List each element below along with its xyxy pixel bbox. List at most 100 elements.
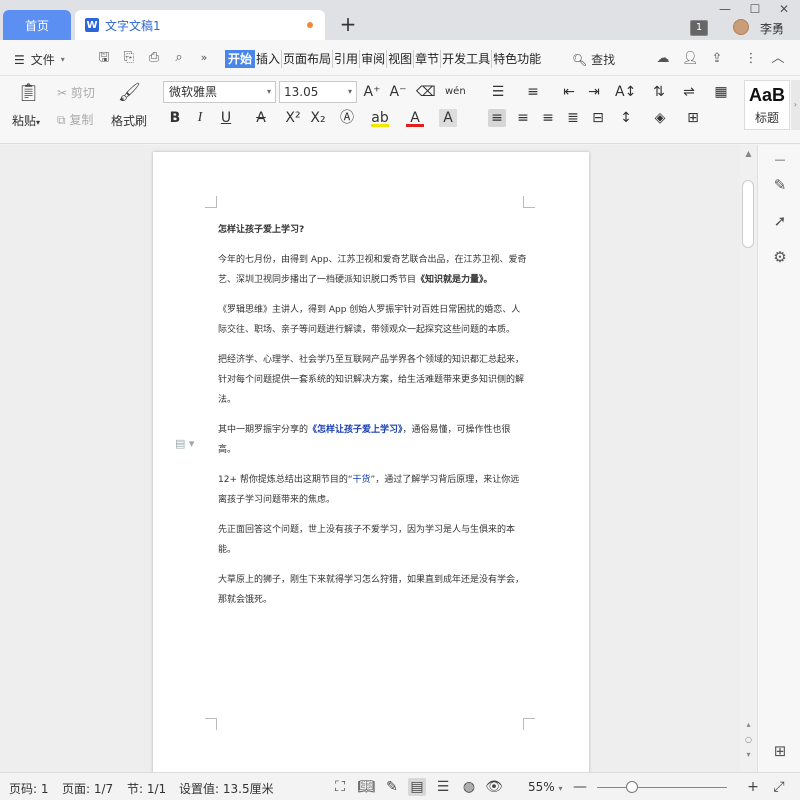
print-preview-icon[interactable]: ⌕ <box>171 50 187 66</box>
bold-icon[interactable]: B <box>166 109 184 127</box>
more-icon[interactable]: » <box>196 50 212 66</box>
phonetic-guide-icon[interactable]: wén <box>445 83 466 101</box>
export-icon[interactable]: ⎘ <box>121 50 137 66</box>
increase-indent-icon[interactable]: ⇥ <box>585 83 603 101</box>
tab-references[interactable]: 引用 <box>333 50 361 68</box>
eye-protection-icon[interactable]: 👁︎ <box>485 778 503 796</box>
save-icon[interactable]: 🖫 <box>96 50 112 66</box>
format-painter-button[interactable]: 格式刷 <box>111 112 147 129</box>
sort-icon[interactable]: ⇅ <box>650 83 668 101</box>
style-heading[interactable]: AaB 标题 <box>744 80 790 130</box>
paragraph-spacing-icon[interactable]: ↕ <box>617 109 635 127</box>
scroll-up-icon[interactable]: ▲ <box>740 149 757 158</box>
collaborate-icon[interactable]: 👤︎ <box>682 51 699 67</box>
outline-view-icon[interactable]: ☰ <box>434 778 452 796</box>
tab-section[interactable]: 章节 <box>414 50 442 68</box>
justify-icon[interactable]: ≣ <box>564 109 582 127</box>
select-pointer-icon[interactable]: ➚ <box>770 211 790 231</box>
chevron-right-icon[interactable]: › <box>791 80 800 130</box>
document-page[interactable]: 怎样让孩子爱上学习? 今年的七月份，由得到 App、江苏卫视和爱奇艺联合出品，在… <box>153 152 589 772</box>
document-body[interactable]: 怎样让孩子爱上学习? 今年的七月份，由得到 App、江苏卫视和爱奇艺联合出品，在… <box>218 220 528 620</box>
align-left-icon[interactable]: ≡ <box>488 109 506 127</box>
text-direction-icon[interactable]: A↕ <box>615 83 636 101</box>
font-family-select[interactable]: 微软雅黑 ▾ <box>163 81 276 103</box>
tab-review[interactable]: 审阅 <box>360 50 388 68</box>
setting-value[interactable]: 设置值: 13.5厘米 <box>179 780 274 797</box>
copy-button[interactable]: ⧉ 复制 <box>57 111 93 128</box>
distribute-icon[interactable]: ⊟ <box>589 109 607 127</box>
scrollbar-thumb[interactable] <box>742 180 754 248</box>
zoom-slider[interactable] <box>597 787 727 788</box>
superscript-icon[interactable]: X² <box>284 109 302 127</box>
section-indicator[interactable]: 节: 1/1 <box>127 780 166 797</box>
share-icon[interactable]: ⇪ <box>709 51 725 67</box>
next-page-icon[interactable]: ▾ <box>740 750 757 759</box>
shading-icon[interactable]: ◈ <box>651 109 669 127</box>
paste-icon[interactable]: 📋︎ <box>17 82 40 104</box>
text-effect-icon[interactable]: Ⓐ <box>338 109 356 127</box>
tab-insert[interactable]: 插入 <box>255 50 283 68</box>
fit-page-icon[interactable]: ⤢ <box>770 778 788 796</box>
decrease-indent-icon[interactable]: ⇤ <box>560 83 578 101</box>
shrink-font-icon[interactable]: A⁻ <box>389 83 407 101</box>
cloud-icon[interactable]: ☁ <box>655 51 671 67</box>
close-button[interactable]: ✕ <box>774 2 794 16</box>
clear-format-icon[interactable]: ⌫ <box>416 83 436 101</box>
bullet-list-icon[interactable]: ☰ <box>489 83 507 101</box>
show-marks-icon[interactable]: ▦ <box>712 83 730 101</box>
more-options-icon[interactable]: ⋮ <box>743 51 759 67</box>
font-color-icon[interactable]: A <box>406 109 424 127</box>
tab-document[interactable]: W 文字文稿1 <box>75 10 325 40</box>
cut-button[interactable]: ✂ 剪切 <box>57 84 95 101</box>
tab-home[interactable]: 首页 <box>3 10 71 40</box>
minimize-button[interactable]: — <box>715 2 735 16</box>
apps-grid-icon[interactable]: ⊞ <box>770 741 790 761</box>
collapse-panel-icon[interactable]: — <box>770 150 790 170</box>
window-count-badge[interactable]: 1 <box>690 20 708 36</box>
zoom-slider-thumb[interactable] <box>626 781 638 793</box>
paragraph-layout-icon[interactable]: ▤ ▾ <box>175 437 194 450</box>
align-right-icon[interactable]: ≡ <box>539 109 557 127</box>
reading-mode-icon[interactable]: 📖︎ <box>357 778 375 796</box>
line-spacing-icon[interactable]: ⇌ <box>680 83 698 101</box>
maximize-button[interactable]: ☐ <box>745 2 765 16</box>
tab-features[interactable]: 特色功能 <box>492 50 542 68</box>
page-view-icon[interactable]: ▤ <box>408 778 426 796</box>
zoom-dropdown[interactable]: 55% ▾ <box>528 780 563 794</box>
paste-button[interactable]: 粘贴▾ <box>12 112 40 129</box>
web-view-icon[interactable]: ◍ <box>460 778 478 796</box>
edit-pen-icon[interactable]: ✎ <box>770 175 790 195</box>
collapse-ribbon-icon[interactable]: ︿ <box>770 51 786 67</box>
avatar[interactable] <box>733 19 749 35</box>
highlight-icon[interactable]: ab <box>371 109 389 127</box>
settings-sliders-icon[interactable]: ⚙ <box>770 247 790 267</box>
tab-start[interactable]: 开始 <box>225 50 256 68</box>
tab-page-layout[interactable]: 页面布局 <box>282 50 334 68</box>
file-menu-button[interactable]: ☰ 文件 ▾ <box>14 51 65 68</box>
vertical-scrollbar[interactable]: ▲ ▴ ○ ▾ <box>740 145 757 772</box>
underline-icon[interactable]: U <box>217 109 235 127</box>
new-tab-button[interactable]: + <box>338 14 358 34</box>
page-number[interactable]: 页码: 1 <box>9 780 49 797</box>
borders-icon[interactable]: ⊞ <box>684 109 702 127</box>
font-size-select[interactable]: 13.05 ▾ <box>279 81 357 103</box>
zoom-in-icon[interactable]: + <box>744 778 762 796</box>
strikethrough-icon[interactable]: A <box>252 109 270 127</box>
print-icon[interactable]: ⎙ <box>146 50 162 66</box>
pen-icon[interactable]: ✎ <box>383 778 401 796</box>
search-button[interactable]: 🔍︎ 查找 <box>572 51 615 68</box>
char-shading-icon[interactable]: A <box>439 109 457 127</box>
tab-developer[interactable]: 开发工具 <box>441 50 493 68</box>
user-name[interactable]: 李勇 <box>760 20 784 37</box>
browse-object-icon[interactable]: ○ <box>740 735 757 744</box>
italic-icon[interactable]: I <box>191 109 209 127</box>
subscript-icon[interactable]: X₂ <box>309 109 327 127</box>
previous-page-icon[interactable]: ▴ <box>740 720 757 729</box>
align-center-icon[interactable]: ≡ <box>514 109 532 127</box>
grow-font-icon[interactable]: A⁺ <box>363 83 381 101</box>
numbered-list-icon[interactable]: ≡ <box>524 83 542 101</box>
fullscreen-icon[interactable]: ⛶ <box>331 778 349 796</box>
format-painter-icon[interactable]: 🖌︎ <box>118 82 141 104</box>
page-count[interactable]: 页面: 1/7 <box>62 780 113 797</box>
tab-view[interactable]: 视图 <box>387 50 415 68</box>
